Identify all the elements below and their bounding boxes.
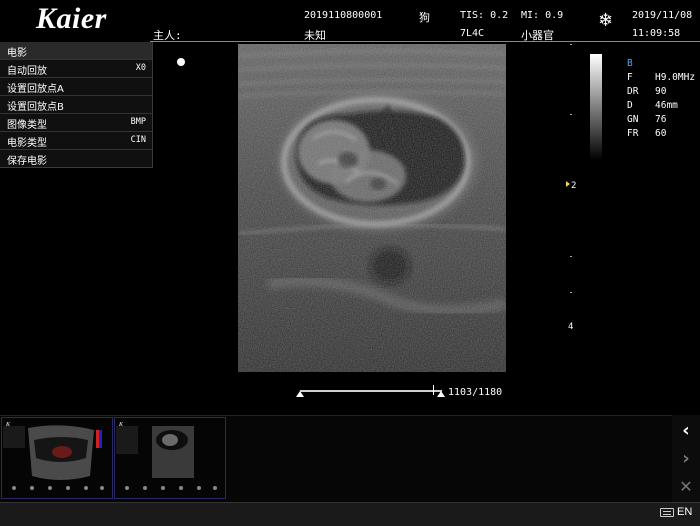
cine-progress-track[interactable]: [300, 390, 442, 392]
menu-item-save-cine[interactable]: 保存电影: [0, 149, 152, 167]
menu-item-label: 电影类型: [7, 138, 47, 149]
menu-item-value: BMP: [130, 117, 146, 127]
depth-label-4: 4: [568, 322, 574, 332]
param-value: 90: [655, 86, 667, 97]
param-key: DR: [627, 86, 639, 97]
param-row: GN 76: [627, 113, 695, 127]
menu-item-set-point-b[interactable]: 设置回放点B: [0, 95, 152, 113]
param-key: D: [627, 100, 633, 111]
param-key: F: [627, 72, 633, 83]
orientation-marker: [177, 58, 185, 66]
menu-item-auto-replay[interactable]: 自动回放 X0: [0, 59, 152, 77]
cine-frame-readout: 1103/1180: [448, 387, 503, 398]
menu-title-label: 电影: [7, 48, 27, 59]
snowflake-icon[interactable]: ❄: [598, 12, 613, 30]
species: 狗: [419, 11, 430, 24]
menu-item-label: 图像类型: [7, 120, 47, 131]
param-row: F H9.0MHz: [627, 71, 695, 85]
param-key: FR: [627, 128, 639, 139]
status-bar: [0, 502, 700, 526]
menu-item-value: X0: [135, 63, 146, 73]
thumbnail-2[interactable]: K: [114, 417, 226, 499]
probe-name: 7L4C: [460, 28, 485, 39]
param-key: GN: [627, 114, 639, 125]
menu-item-label: 设置回放点A: [7, 84, 64, 95]
param-value: 60: [655, 128, 667, 139]
chevron-right-icon[interactable]: ›: [673, 445, 699, 471]
grayscale-bar: [590, 54, 602, 160]
app-logo: Kaier: [36, 2, 107, 35]
time: 11:09:58: [632, 28, 681, 39]
cine-point-a-marker[interactable]: [296, 391, 304, 397]
patient-id: 2019110800001: [304, 10, 383, 21]
menu-item-cine-type[interactable]: 电影类型 CIN: [0, 131, 152, 149]
header-divider: [150, 41, 700, 42]
menu-item-label: 自动回放: [7, 66, 47, 77]
depth-label-2: 2: [571, 181, 577, 191]
close-icon[interactable]: ✕: [673, 473, 699, 499]
cine-cursor[interactable]: [432, 385, 434, 395]
language-indicator[interactable]: EN: [677, 506, 692, 518]
cine-point-b-marker[interactable]: [437, 391, 445, 397]
param-row: DR 90: [627, 85, 695, 99]
mi-value: MI: 0.9: [521, 10, 564, 21]
param-value: 46mm: [655, 100, 678, 111]
param-row: D 46mm: [627, 99, 695, 113]
imaging-params: B F H9.0MHz DR 90 D 46mm GN 76 FR 60: [627, 57, 695, 141]
menu-title: 电影: [0, 42, 152, 59]
param-value: 76: [655, 114, 667, 125]
date: 2019/11/08: [632, 10, 693, 21]
menu-item-set-point-a[interactable]: 设置回放点A: [0, 77, 152, 95]
focus-marker-icon: [566, 181, 570, 187]
param-value: H9.0MHz: [655, 72, 696, 83]
chevron-left-icon[interactable]: ‹: [673, 417, 699, 443]
imaging-mode: B: [627, 58, 633, 69]
ultrasound-image[interactable]: [238, 44, 506, 372]
menu-item-image-type[interactable]: 图像类型 BMP: [0, 113, 152, 131]
menu-item-value: CIN: [130, 135, 146, 145]
menu-item-label: 设置回放点B: [7, 102, 64, 113]
keyboard-icon[interactable]: [660, 508, 674, 517]
thumbnail-1[interactable]: K: [1, 417, 113, 499]
cine-menu: 电影 自动回放 X0 设置回放点A 设置回放点B 图像类型 BMP 电影类型 C…: [0, 42, 153, 168]
tis-value: TIS: 0.2: [460, 10, 509, 21]
param-row: FR 60: [627, 127, 695, 141]
menu-item-label: 保存电影: [7, 156, 47, 167]
